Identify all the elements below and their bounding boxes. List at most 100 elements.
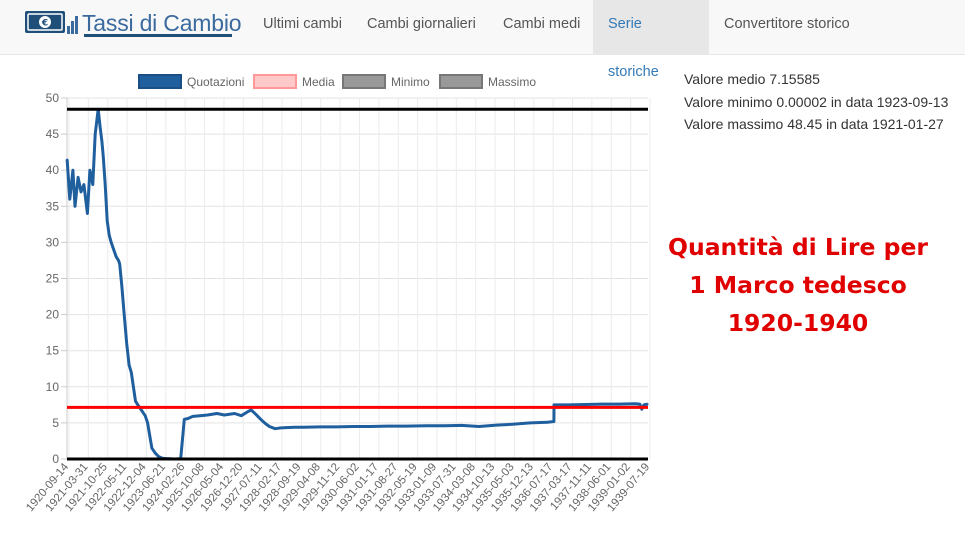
series-quotazioni-point [642,403,645,406]
series-quotazioni-point [83,183,85,186]
series-quotazioni-point [206,414,209,416]
legend-swatch-minimo[interactable] [342,74,386,89]
series-quotazioni-point [293,426,296,429]
series-quotazioni-point [157,455,160,458]
series-quotazioni-point [110,241,113,244]
caption-line-3: 1920-1940 [727,309,869,337]
y-tick-label: 20 [46,308,60,322]
caption-line-1: Quantità di Lire per [667,233,928,261]
brand-underline [84,34,232,37]
series-quotazioni-point [102,154,105,157]
legend-swatch-media[interactable] [253,74,297,89]
series-quotazioni-point [216,412,218,415]
series-quotazioni-point [149,436,151,439]
svg-text:€: € [41,19,48,29]
series-quotazioni-point [99,125,101,128]
nav-convertitore-storico[interactable]: Convertitore storico [709,0,865,55]
y-tick-label: 45 [46,127,60,141]
series-quotazioni-point [134,400,137,403]
series-quotazioni-point [601,403,603,406]
series-quotazioni-point [425,424,428,427]
series-quotazioni-point [89,169,91,172]
y-tick-label: 0 [52,452,59,466]
series-quotazioni-point [199,414,202,417]
series-quotazioni-point [118,263,121,265]
legend-label-minimo[interactable]: Minimo [391,75,430,89]
series-quotazioni-point [511,423,514,426]
series-quotazioni-point [444,424,447,427]
series-quotazioni-point [478,425,480,428]
series-quotazioni-point [136,403,139,406]
series-quotazioni-point [386,425,389,428]
legend-swatch-massimo[interactable] [439,74,483,89]
series-quotazioni-point [274,427,276,430]
legend-label-quotazioni[interactable]: Quotazioni [187,75,244,89]
series-quotazioni-point [553,403,555,406]
series-quotazioni-point [104,183,107,186]
series-quotazioni-point [128,364,131,367]
statistics-panel: Valore medio 7.15585 Valore minimo 0.000… [684,68,948,136]
series-quotazioni-point [141,411,144,413]
series-quotazioni-point [302,426,305,429]
series-quotazioni-point [94,133,97,135]
series-quotazioni-point [123,313,126,316]
series-quotazioni-point [263,422,266,424]
series-quotazioni-point [546,421,549,424]
series-quotazioni-point [91,183,94,186]
series-quotazioni-point [284,426,287,429]
series-quotazioni-point [404,425,407,428]
brand-name: Tassi di Cambio [82,9,242,36]
series-quotazioni-point [233,412,236,415]
series-quotazioni-point [112,248,115,251]
y-tick-label: 10 [46,380,60,394]
y-tick-label: 5 [52,416,59,430]
series-quotazioni-point [633,402,636,405]
series-quotazioni-point [646,403,649,406]
y-tick-label: 40 [46,163,60,177]
legend-label-massimo[interactable]: Massimo [488,75,536,89]
y-tick-label: 15 [46,344,60,358]
y-tick-label: 50 [46,91,60,105]
nav-cambi-giornalieri[interactable]: Cambi giornalieri [352,0,491,55]
series-quotazioni-point [71,169,74,172]
navbar: € Tassi di Cambio Ultimi cambi Cambi gio… [0,0,965,80]
nav-serie-storiche[interactable]: Serie storiche [593,0,709,80]
series-quotazioni-point [279,427,281,429]
series-quotazioni-point [529,422,532,424]
y-tick-label: 35 [46,199,60,213]
series-quotazioni-point [460,424,463,427]
series-quotazioni-point [259,418,262,421]
series-quotazioni-point [115,255,118,258]
y-tick-label: 25 [46,272,60,286]
series-quotazioni-point [130,371,133,374]
series-quotazioni-point [117,259,120,262]
legend-label-media[interactable]: Media [302,75,335,89]
series-quotazioni-point [125,342,128,345]
series-quotazioni-point [553,420,555,423]
series-quotazioni-point [319,425,322,428]
legend-swatch-quotazioni[interactable] [138,74,182,89]
y-tick-label: 30 [46,235,60,249]
series-quotazioni-point [618,403,620,406]
nav-cambi-medi[interactable]: Cambi medi [488,0,595,55]
series-quotazioni-point [352,425,355,428]
series-quotazioni-point [335,425,338,428]
series-quotazioni-point [183,418,186,421]
series-quotazioni-point [77,176,80,179]
series-quotazioni-point [268,425,271,428]
series-quotazioni-point [66,158,68,161]
series-quotazioni-point [86,212,89,215]
series-quotazioni-point [254,413,257,416]
series-quotazioni-point [108,234,111,237]
banknote-logo-icon: € [25,11,78,34]
series-quotazioni-point [132,385,135,388]
series-quotazioni-point [144,414,147,417]
series-quotazioni-point [154,452,157,455]
series-quotazioni-point [151,447,153,450]
series-quotazioni-point [584,403,587,406]
nav-ultimi-cambi[interactable]: Ultimi cambi [248,0,357,55]
series-quotazioni-point [101,140,103,143]
series-quotazioni-point [146,422,149,424]
series-quotazioni-point [68,198,71,200]
series-quotazioni-point [638,403,641,406]
